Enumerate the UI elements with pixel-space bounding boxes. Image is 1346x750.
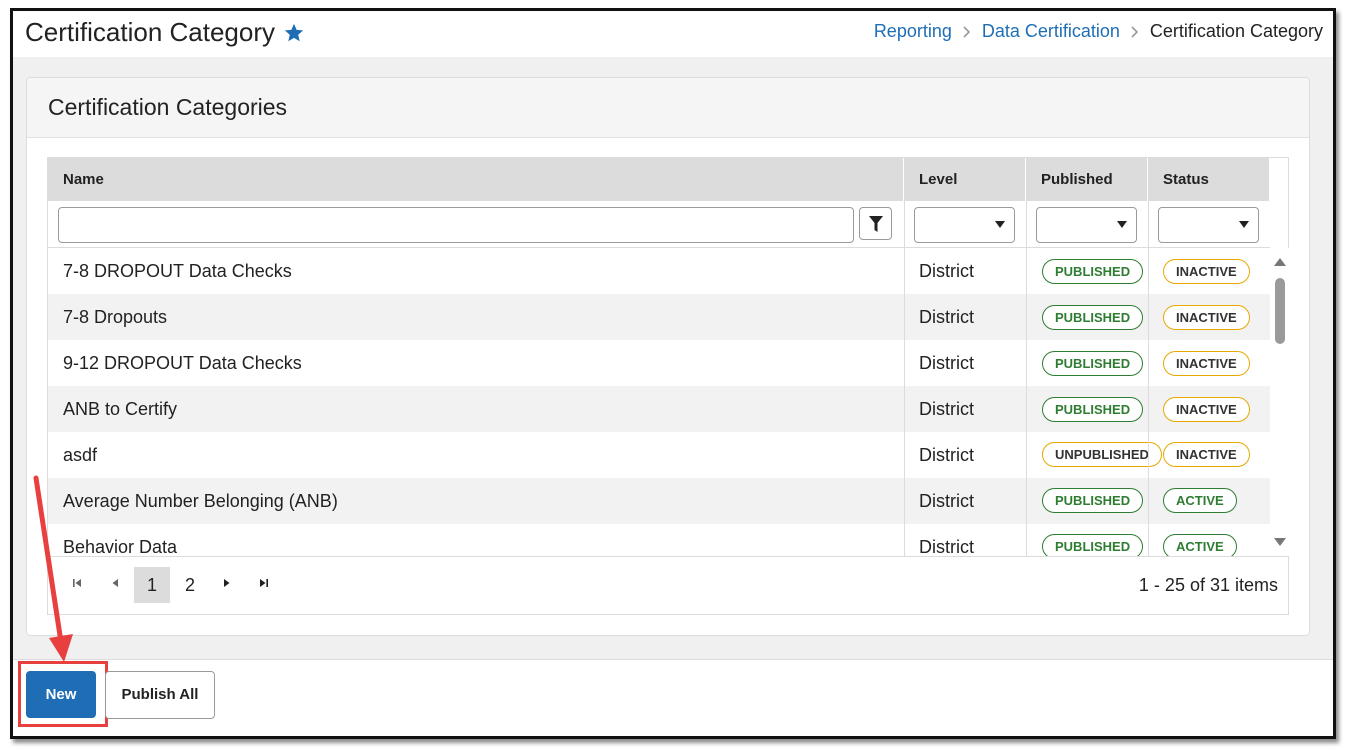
annotation-arrow-icon bbox=[33, 475, 73, 662]
